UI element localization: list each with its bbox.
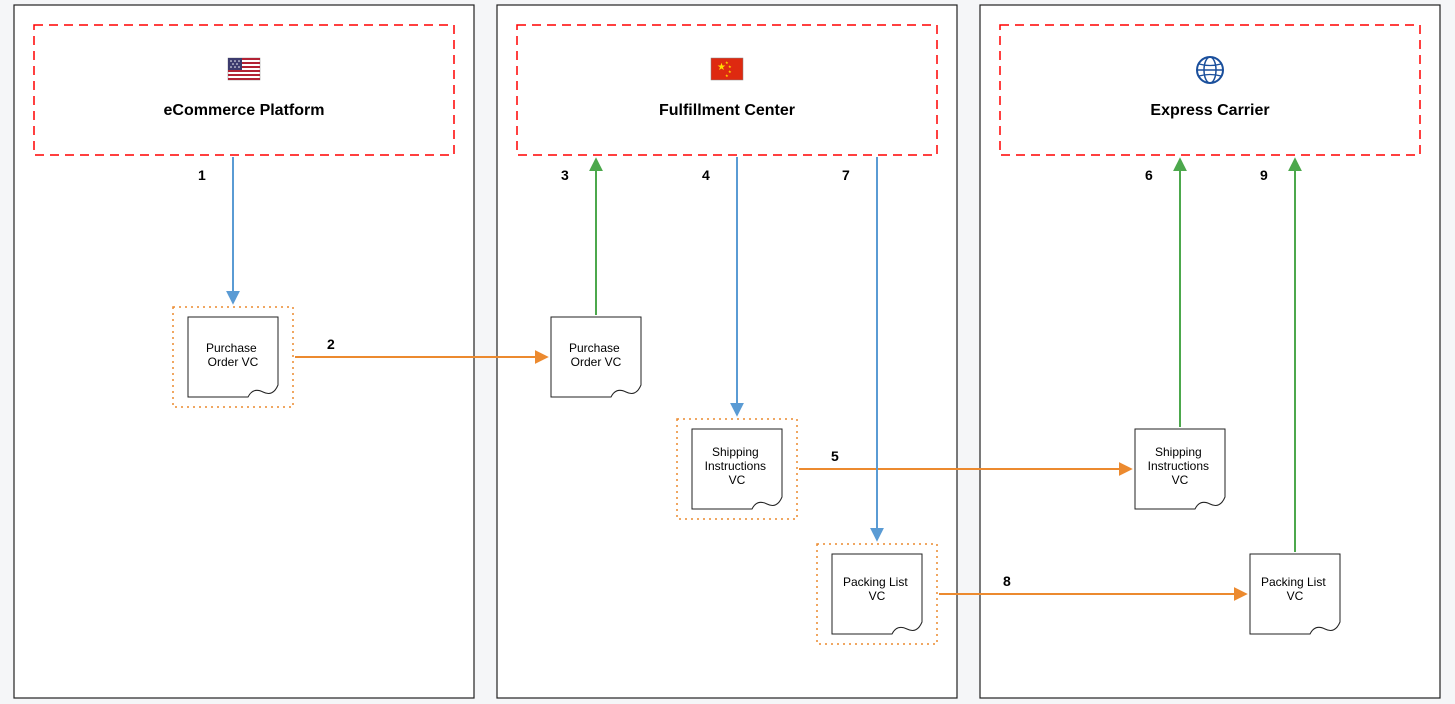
step-8-label: 8 — [1003, 573, 1011, 589]
step-6-label: 6 — [1145, 167, 1153, 183]
step-5-label: 5 — [831, 448, 839, 464]
doc-packing-list-2: Packing List Packing List VC VC — [1250, 554, 1340, 634]
doc-purchase-order-2: Purchase Purchase Order VC Order VC — [551, 317, 641, 397]
svg-text:★: ★ — [725, 73, 729, 78]
step-9-label: 9 — [1260, 167, 1268, 183]
step-1-label: 1 — [198, 167, 206, 183]
doc-shipping-instructions-2: Shipping Instructions Shipping Instructi… — [1135, 429, 1225, 509]
us-flag-icon — [228, 58, 260, 80]
svg-text:Purchase Purchase Order: Purchase Purchase Order VC Order VC — [206, 341, 260, 369]
step-3-label: 3 — [561, 167, 569, 183]
svg-text:Purchase Purchase Order: Purchase Purchase Order VC Order VC — [569, 341, 623, 369]
carrier-title: Express Carrier — [1150, 102, 1269, 119]
svg-text:★: ★ — [728, 69, 732, 74]
step-7-label: 7 — [842, 167, 850, 183]
step-4-label: 4 — [702, 167, 710, 183]
cn-flag-icon: ★ ★ ★ ★ ★ — [711, 58, 743, 80]
step-2-label: 2 — [327, 336, 335, 352]
ecommerce-title: eCommerce Platform — [164, 102, 325, 119]
fulfillment-title: Fulfillment Center — [659, 102, 795, 119]
